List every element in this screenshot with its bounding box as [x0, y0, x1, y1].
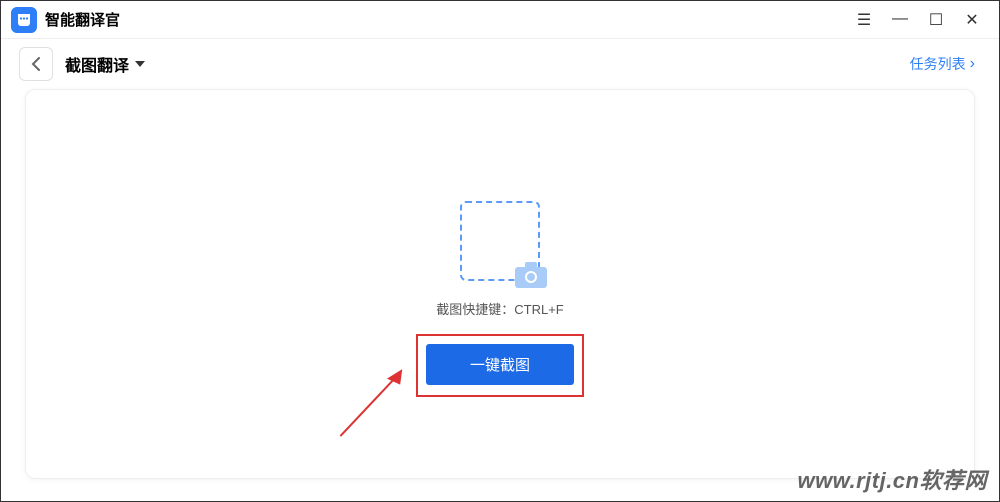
annotation-arrow-icon [325, 367, 417, 440]
task-list-label: 任务列表 [910, 54, 966, 74]
chevron-left-icon [31, 57, 41, 71]
window-controls: ☰ — ☐ ✕ [855, 10, 989, 30]
watermark-text: www.rjtj.cn软荐网 [797, 463, 987, 495]
maximize-icon[interactable]: ☐ [927, 10, 945, 30]
app-title: 智能翻译官 [45, 9, 120, 30]
toolbar: 截图翻译 任务列表 › [1, 39, 999, 89]
shortcut-hint: 截图快捷键：CTRL+F [436, 299, 563, 318]
titlebar: 智能翻译官 ☰ — ☐ ✕ [1, 1, 999, 39]
close-icon[interactable]: ✕ [963, 10, 981, 30]
camera-icon [514, 261, 548, 289]
chevron-right-icon: › [970, 55, 975, 73]
screenshot-button[interactable]: 一键截图 [426, 344, 574, 385]
caret-down-icon [135, 61, 145, 67]
minimize-icon[interactable]: — [891, 10, 909, 30]
task-list-link[interactable]: 任务列表 › [910, 54, 975, 74]
app-logo-icon [11, 7, 37, 33]
back-button[interactable] [19, 47, 53, 81]
annotation-highlight: 一键截图 [416, 334, 584, 397]
mode-label: 截图翻译 [65, 52, 129, 76]
menu-icon[interactable]: ☰ [855, 10, 873, 30]
mode-selector[interactable]: 截图翻译 [65, 52, 145, 76]
action-group: 一键截图 [416, 334, 584, 397]
main-panel: 截图快捷键：CTRL+F 一键截图 [25, 89, 975, 479]
capture-area-icon [460, 201, 540, 281]
